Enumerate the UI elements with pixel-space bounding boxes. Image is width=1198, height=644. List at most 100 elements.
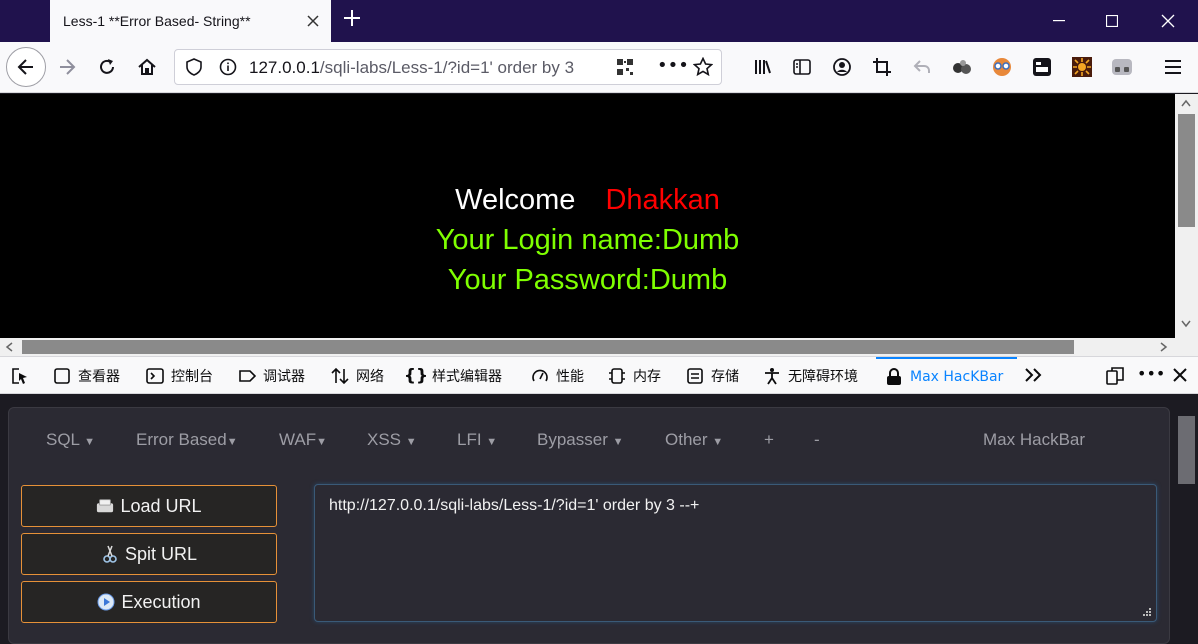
resize-grip-icon[interactable] bbox=[1142, 607, 1152, 617]
tab-accessibility[interactable]: 无障碍环境 bbox=[762, 357, 858, 394]
close-tab-icon[interactable] bbox=[303, 11, 323, 31]
play-icon bbox=[97, 593, 115, 611]
url-host: 127.0.0.1 bbox=[249, 58, 320, 77]
account-icon[interactable] bbox=[831, 56, 853, 78]
caret-down-icon: ▼ bbox=[316, 436, 328, 448]
load-icon bbox=[96, 497, 114, 515]
shield-icon[interactable] bbox=[185, 58, 203, 80]
dock-toggle-icon[interactable] bbox=[1105, 366, 1125, 390]
hackbar-scroll-thumb[interactable] bbox=[1178, 416, 1195, 484]
extension-terminal-icon[interactable] bbox=[1031, 56, 1053, 78]
tab-accessibility-label: 无障碍环境 bbox=[788, 368, 858, 385]
undo-icon[interactable] bbox=[911, 56, 933, 78]
menu-xss-label: XSS bbox=[367, 430, 402, 449]
url-path: /sqli-labs/Less-1/?id=1' order by 3 bbox=[319, 58, 575, 77]
password-text: Your Password:Dumb bbox=[447, 264, 728, 296]
close-devtools-icon[interactable] bbox=[1172, 367, 1188, 387]
tab-storage[interactable]: 存储 bbox=[685, 357, 739, 394]
menu-error-based[interactable]: Error Based▼ bbox=[136, 430, 238, 450]
page-content: Welcome Dhakkan Your Login name:Dumb Your… bbox=[0, 94, 1175, 338]
menu-sql-label: SQL bbox=[46, 430, 80, 449]
devtools-menu-icon[interactable]: ••• bbox=[1137, 364, 1165, 383]
tab-max-hackbar[interactable]: Max HacKBar bbox=[876, 357, 1017, 394]
tab-inspector[interactable]: 查看器 bbox=[52, 357, 120, 394]
tab-debugger[interactable]: 调试器 bbox=[237, 357, 305, 394]
navigation-bar: 127.0.0.1/sqli-labs/Less-1/?id=1' order … bbox=[0, 42, 1198, 93]
menu-error-based-label: Error Based bbox=[136, 430, 227, 449]
crop-icon[interactable] bbox=[871, 56, 893, 78]
menu-bypasser[interactable]: Bypasser ▼ bbox=[537, 430, 624, 450]
tab-network-label: 网络 bbox=[356, 368, 384, 385]
menu-other-label: Other bbox=[665, 430, 708, 449]
reload-icon[interactable] bbox=[90, 50, 124, 84]
menu-xss[interactable]: XSS ▼ bbox=[367, 430, 417, 450]
caret-down-icon: ▼ bbox=[84, 436, 96, 448]
bookmark-star-icon[interactable] bbox=[692, 56, 714, 81]
menu-waf-label: WAF bbox=[279, 430, 317, 449]
accessibility-icon bbox=[762, 366, 782, 386]
extension-face-icon[interactable] bbox=[991, 56, 1013, 78]
tab-console-label: 控制台 bbox=[171, 368, 213, 385]
tab-storage-label: 存储 bbox=[711, 368, 739, 385]
tab-console[interactable]: 控制台 bbox=[145, 357, 213, 394]
page-horizontal-scroll-thumb[interactable] bbox=[22, 340, 1074, 354]
page-vertical-scroll-thumb[interactable] bbox=[1178, 114, 1195, 227]
login-name-text: Your Login name:Dumb bbox=[435, 224, 740, 256]
new-tab-button[interactable] bbox=[338, 6, 366, 34]
welcome-name: Dhakkan bbox=[605, 184, 720, 216]
split-url-button[interactable]: Spit URL bbox=[21, 533, 277, 575]
url-bar[interactable]: 127.0.0.1/sqli-labs/Less-1/?id=1' order … bbox=[174, 49, 722, 85]
menu-icon[interactable] bbox=[1162, 56, 1184, 78]
menu-lfi-label: LFI bbox=[457, 430, 482, 449]
caret-down-icon: ▼ bbox=[226, 436, 238, 448]
storage-icon bbox=[685, 366, 705, 386]
tab-debugger-label: 调试器 bbox=[263, 368, 305, 385]
split-url-label: Spit URL bbox=[124, 543, 198, 564]
load-url-button[interactable]: Load URL bbox=[21, 485, 277, 527]
menu-minus[interactable]: - bbox=[814, 430, 820, 450]
forward-button[interactable] bbox=[50, 50, 84, 84]
library-icon[interactable] bbox=[752, 56, 774, 78]
devtools-toolbar: 查看器 控制台 调试器 网络 {} 样式编辑器 性能 内存 存储 无障碍环境 M… bbox=[0, 356, 1198, 394]
more-actions-icon[interactable]: ••• bbox=[657, 55, 689, 76]
tab-style-editor[interactable]: {} 样式编辑器 bbox=[404, 357, 502, 394]
menu-other[interactable]: Other ▼ bbox=[665, 430, 723, 450]
element-picker-icon[interactable] bbox=[10, 366, 30, 390]
menu-lfi[interactable]: LFI ▼ bbox=[457, 430, 497, 450]
sidebar-icon[interactable] bbox=[791, 56, 813, 78]
welcome-line: Welcome Dhakkan bbox=[0, 184, 1175, 217]
tab-title: Less-1 **Error Based- String** bbox=[63, 13, 251, 29]
tab-performance-label: 性能 bbox=[556, 368, 584, 385]
extension-balls-icon[interactable] bbox=[951, 56, 973, 78]
close-window-button[interactable] bbox=[1145, 0, 1191, 42]
execution-button[interactable]: Execution bbox=[21, 581, 277, 623]
info-icon[interactable] bbox=[219, 58, 237, 80]
memory-icon bbox=[607, 366, 627, 386]
maximize-button[interactable] bbox=[1089, 0, 1135, 42]
extension-sun-icon[interactable] bbox=[1071, 56, 1093, 78]
tab-memory[interactable]: 内存 bbox=[607, 357, 661, 394]
execution-label: Execution bbox=[121, 591, 201, 612]
home-icon[interactable] bbox=[130, 50, 164, 84]
minimize-button[interactable] bbox=[1036, 0, 1082, 42]
menu-sql[interactable]: SQL ▼ bbox=[46, 430, 95, 450]
url-textarea[interactable]: http://127.0.0.1/sqli-labs/Less-1/?id=1'… bbox=[314, 484, 1157, 622]
tab-style-editor-label: 样式编辑器 bbox=[432, 368, 502, 385]
browser-tab[interactable]: Less-1 **Error Based- String** bbox=[50, 0, 331, 42]
hackbar-brand: Max HackBar bbox=[983, 430, 1086, 449]
tab-network[interactable]: 网络 bbox=[330, 357, 384, 394]
more-tabs-chevron-icon[interactable] bbox=[1024, 366, 1044, 388]
tab-performance[interactable]: 性能 bbox=[530, 357, 584, 394]
lock-icon bbox=[884, 367, 904, 387]
menu-plus[interactable]: + bbox=[764, 430, 774, 450]
extension-mask-icon[interactable] bbox=[1111, 56, 1133, 78]
caret-down-icon: ▼ bbox=[612, 436, 624, 448]
qr-code-icon[interactable] bbox=[616, 58, 634, 80]
performance-icon bbox=[530, 366, 550, 386]
load-url-label: Load URL bbox=[120, 495, 202, 516]
menu-waf[interactable]: WAF▼ bbox=[279, 430, 327, 450]
tab-max-hackbar-label: Max HacKBar bbox=[910, 368, 1004, 385]
url-text[interactable]: 127.0.0.1/sqli-labs/Less-1/?id=1' order … bbox=[249, 58, 605, 78]
back-button[interactable] bbox=[6, 47, 46, 87]
console-icon bbox=[145, 366, 165, 386]
